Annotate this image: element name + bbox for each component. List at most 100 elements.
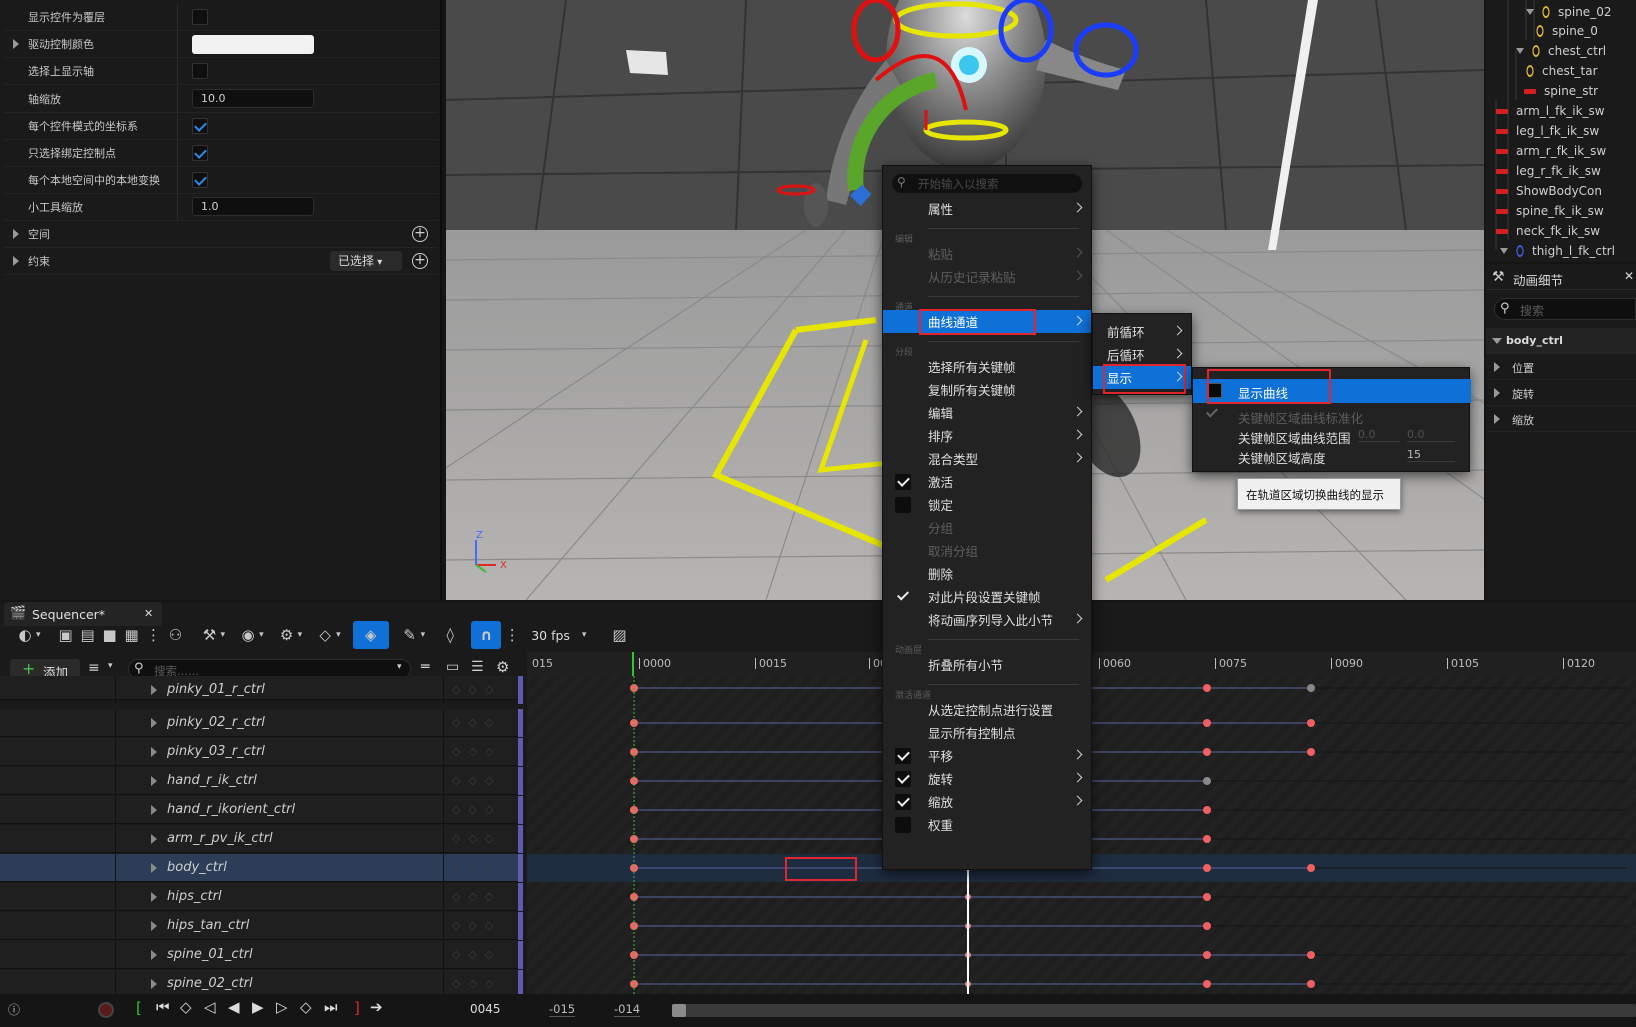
anim-details-prop[interactable]: 旋转 <box>1486 380 1636 406</box>
details-checkbox[interactable] <box>192 9 208 25</box>
auto-key-icon[interactable]: ◈ <box>352 621 389 649</box>
menu-item[interactable]: 对此片段设置关键帧 <box>883 585 1091 608</box>
menu-checkbox[interactable] <box>895 748 911 764</box>
keyframe[interactable] <box>1307 951 1315 959</box>
next-key-icon[interactable]: ◇ <box>300 998 312 1016</box>
track-row[interactable]: pinky_03_r_ctrl ◇◇◇ <box>0 738 523 766</box>
key-nav-icons[interactable]: ◇◇◇ <box>452 890 501 903</box>
keyframe[interactable] <box>1203 922 1211 930</box>
close-icon[interactable]: ✕ <box>1624 269 1634 283</box>
color-swatch[interactable] <box>192 35 314 54</box>
record-button[interactable] <box>98 1002 114 1018</box>
info-icon[interactable]: ⓘ <box>8 1001 20 1018</box>
key-nav-icons[interactable]: ◇◇◇ <box>452 919 501 932</box>
details-checkbox[interactable] <box>192 118 208 134</box>
outliner-item[interactable]: spine_0 <box>1534 21 1598 41</box>
curve-range-max[interactable]: 0.0 <box>1407 428 1455 442</box>
chevron-right-icon[interactable] <box>151 979 157 989</box>
menu-item[interactable]: 折叠所有小节 <box>883 653 1091 676</box>
outliner-item[interactable]: arm_r_fk_ik_sw <box>1496 141 1606 161</box>
chevron-right-icon[interactable] <box>151 805 157 815</box>
jump-start-icon[interactable]: ⏮ <box>156 998 170 1016</box>
context-menu-search[interactable]: ⚲ 开始输入以搜索 <box>892 174 1082 193</box>
chevron-right-icon[interactable] <box>151 747 157 757</box>
key-nav-icons[interactable]: ◇◇◇ <box>452 716 501 729</box>
key-nav-icons[interactable]: ◇◇◇ <box>452 774 501 787</box>
details-checkbox[interactable] <box>192 145 208 161</box>
anim-details-prop[interactable]: 缩放 <box>1486 406 1636 432</box>
reverse-icon[interactable]: ◀ <box>228 998 240 1016</box>
chevron-right-icon[interactable] <box>151 863 157 873</box>
chevron-right-icon[interactable] <box>151 685 157 695</box>
track-row[interactable]: pinky_02_r_ctrl ◇◇◇ <box>0 709 523 737</box>
track-row[interactable]: hand_r_ikorient_ctrl ◇◇◇ <box>0 796 523 824</box>
details-checkbox[interactable] <box>192 63 208 79</box>
outliner-item[interactable]: spine_02 <box>1526 2 1611 22</box>
menu-item[interactable]: 属性 <box>883 197 1091 220</box>
keyframe[interactable] <box>1203 864 1211 872</box>
camera-icon[interactable]: ■ <box>99 624 121 646</box>
add-icon[interactable]: + <box>412 226 428 242</box>
details-checkbox[interactable] <box>192 172 208 188</box>
outliner-item[interactable]: leg_l_fk_ik_sw <box>1496 121 1599 141</box>
chevron-right-icon[interactable] <box>1494 388 1500 398</box>
chevron-down-icon[interactable]: ▾ <box>259 630 264 640</box>
outliner-item[interactable]: neck_fk_ik_sw <box>1496 221 1600 241</box>
world-icon[interactable]: ◐ <box>14 624 36 646</box>
current-frame[interactable]: 0045 <box>470 1002 501 1016</box>
gear-icon[interactable]: ⚙ <box>496 658 509 676</box>
outliner-item[interactable]: chest_ctrl <box>1516 41 1606 61</box>
menu-item[interactable]: 复制所有关键帧 <box>883 378 1091 401</box>
key-nav-icons[interactable]: ◇◇◇ <box>452 948 501 961</box>
set-end-icon[interactable]: ] <box>354 999 360 1017</box>
filter-icon[interactable]: ≡ <box>88 660 100 676</box>
tools-icon[interactable]: ⚒ <box>199 624 221 646</box>
track-row[interactable]: hips_tan_ctrl ◇◇◇ <box>0 912 523 940</box>
chevron-right-icon[interactable] <box>151 892 157 902</box>
range-end[interactable]: -014 <box>614 1002 641 1017</box>
constraint-dropdown[interactable]: 已选择 ▾ <box>330 251 402 271</box>
timeline-scrollbar-thumb[interactable] <box>672 1004 686 1017</box>
set-start-icon[interactable]: [ <box>136 999 142 1017</box>
anim-details-object-row[interactable]: body_ctrl <box>1486 328 1636 354</box>
keyframe[interactable] <box>1307 748 1315 756</box>
track-row[interactable]: body_ctrl ◇◇◇ <box>0 854 523 882</box>
chevron-down-icon[interactable]: ▾ <box>298 630 303 640</box>
keyframe[interactable] <box>1203 806 1211 814</box>
chevron-right-icon[interactable] <box>13 39 19 49</box>
menu-item[interactable]: 旋转 <box>883 767 1091 790</box>
expand-icon[interactable]: ▭ <box>446 659 459 675</box>
keyframe[interactable] <box>1203 684 1211 692</box>
fps-dropdown[interactable]: 30 fps <box>531 628 570 643</box>
keyframe[interactable] <box>1203 951 1211 959</box>
menu-item[interactable]: 删除 <box>883 562 1091 585</box>
chevron-down-icon[interactable]: ▾ <box>36 630 41 640</box>
menu-checkbox[interactable] <box>895 817 911 833</box>
chevron-right-icon[interactable] <box>151 776 157 786</box>
key-nav-icons[interactable]: ◇◇◇ <box>452 977 501 990</box>
menu-item[interactable]: 排序 <box>883 424 1091 447</box>
prev-key-icon[interactable]: ◇ <box>180 998 192 1016</box>
details-number-field[interactable]: 10.0 <box>192 89 314 108</box>
keyframe[interactable] <box>1203 748 1211 756</box>
loop-icon[interactable]: ➔ <box>370 998 383 1016</box>
keyframe[interactable] <box>1203 777 1211 785</box>
key-nav-icons[interactable]: ◇◇◇ <box>452 683 501 696</box>
menu-item[interactable]: 将动画序列导入此小节 <box>883 608 1091 631</box>
key-nav-icons[interactable]: ◇◇◇ <box>452 861 501 874</box>
details-number-field[interactable]: 1.0 <box>192 197 314 216</box>
chevron-right-icon[interactable] <box>13 256 19 266</box>
keyframe[interactable] <box>1203 980 1211 988</box>
next-frame-icon[interactable]: ▷ <box>276 998 288 1016</box>
chevron-down-icon[interactable]: ▾ <box>582 630 587 640</box>
add-icon[interactable]: + <box>412 253 428 269</box>
menu-checkbox[interactable] <box>895 794 911 810</box>
save-icon[interactable]: ▣ <box>55 624 77 646</box>
key-nav-icons[interactable]: ◇◇◇ <box>452 832 501 845</box>
eye-icon[interactable]: ◉ <box>237 624 259 646</box>
chevron-down-icon[interactable] <box>1516 48 1524 54</box>
track-row[interactable]: pinky_01_r_ctrl ◇◇◇ <box>0 676 523 704</box>
keyframe[interactable] <box>1203 835 1211 843</box>
keyframe[interactable] <box>1307 980 1315 988</box>
menu-item[interactable]: 缩放 <box>883 790 1091 813</box>
